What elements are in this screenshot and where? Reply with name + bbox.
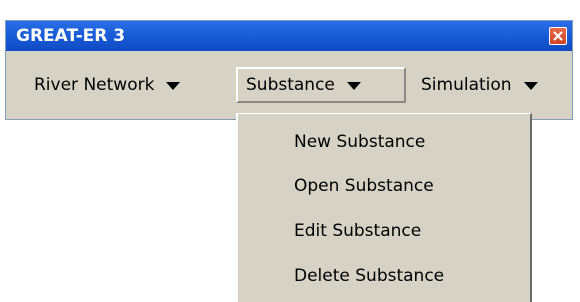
caret-down-icon	[166, 82, 181, 90]
menu-river-network-label: River Network	[34, 75, 155, 95]
screen: GREAT-ER 3 River Network Substance Simul…	[0, 0, 580, 302]
menu-bar: River Network Substance Simulation	[6, 51, 572, 121]
window-title: GREAT-ER 3	[16, 26, 126, 46]
menu-item-edit-substance[interactable]: Edit Substance	[238, 216, 530, 246]
menu-river-network[interactable]: River Network	[26, 67, 188, 103]
menu-item-label: Edit Substance	[294, 221, 422, 241]
close-icon	[553, 31, 563, 41]
menu-item-label: New Substance	[294, 132, 426, 152]
menu-item-delete-substance[interactable]: Delete Substance	[238, 261, 530, 291]
menu-item-open-substance[interactable]: Open Substance	[238, 171, 530, 201]
caret-down-icon	[523, 82, 538, 90]
menu-item-label: Delete Substance	[294, 266, 445, 286]
close-button[interactable]	[549, 27, 567, 45]
menu-substance[interactable]: Substance	[236, 67, 406, 103]
menu-simulation[interactable]: Simulation	[413, 67, 546, 103]
menu-item-new-substance[interactable]: New Substance	[238, 127, 530, 157]
menu-substance-label: Substance	[246, 75, 335, 95]
app-window: GREAT-ER 3 River Network Substance Simul…	[5, 20, 573, 120]
title-bar[interactable]: GREAT-ER 3	[6, 21, 572, 51]
substance-dropdown-menu: New Substance Open Substance Edit Substa…	[236, 113, 532, 302]
caret-down-icon	[346, 82, 361, 90]
menu-item-label: Open Substance	[294, 176, 434, 196]
menu-simulation-label: Simulation	[421, 75, 512, 95]
